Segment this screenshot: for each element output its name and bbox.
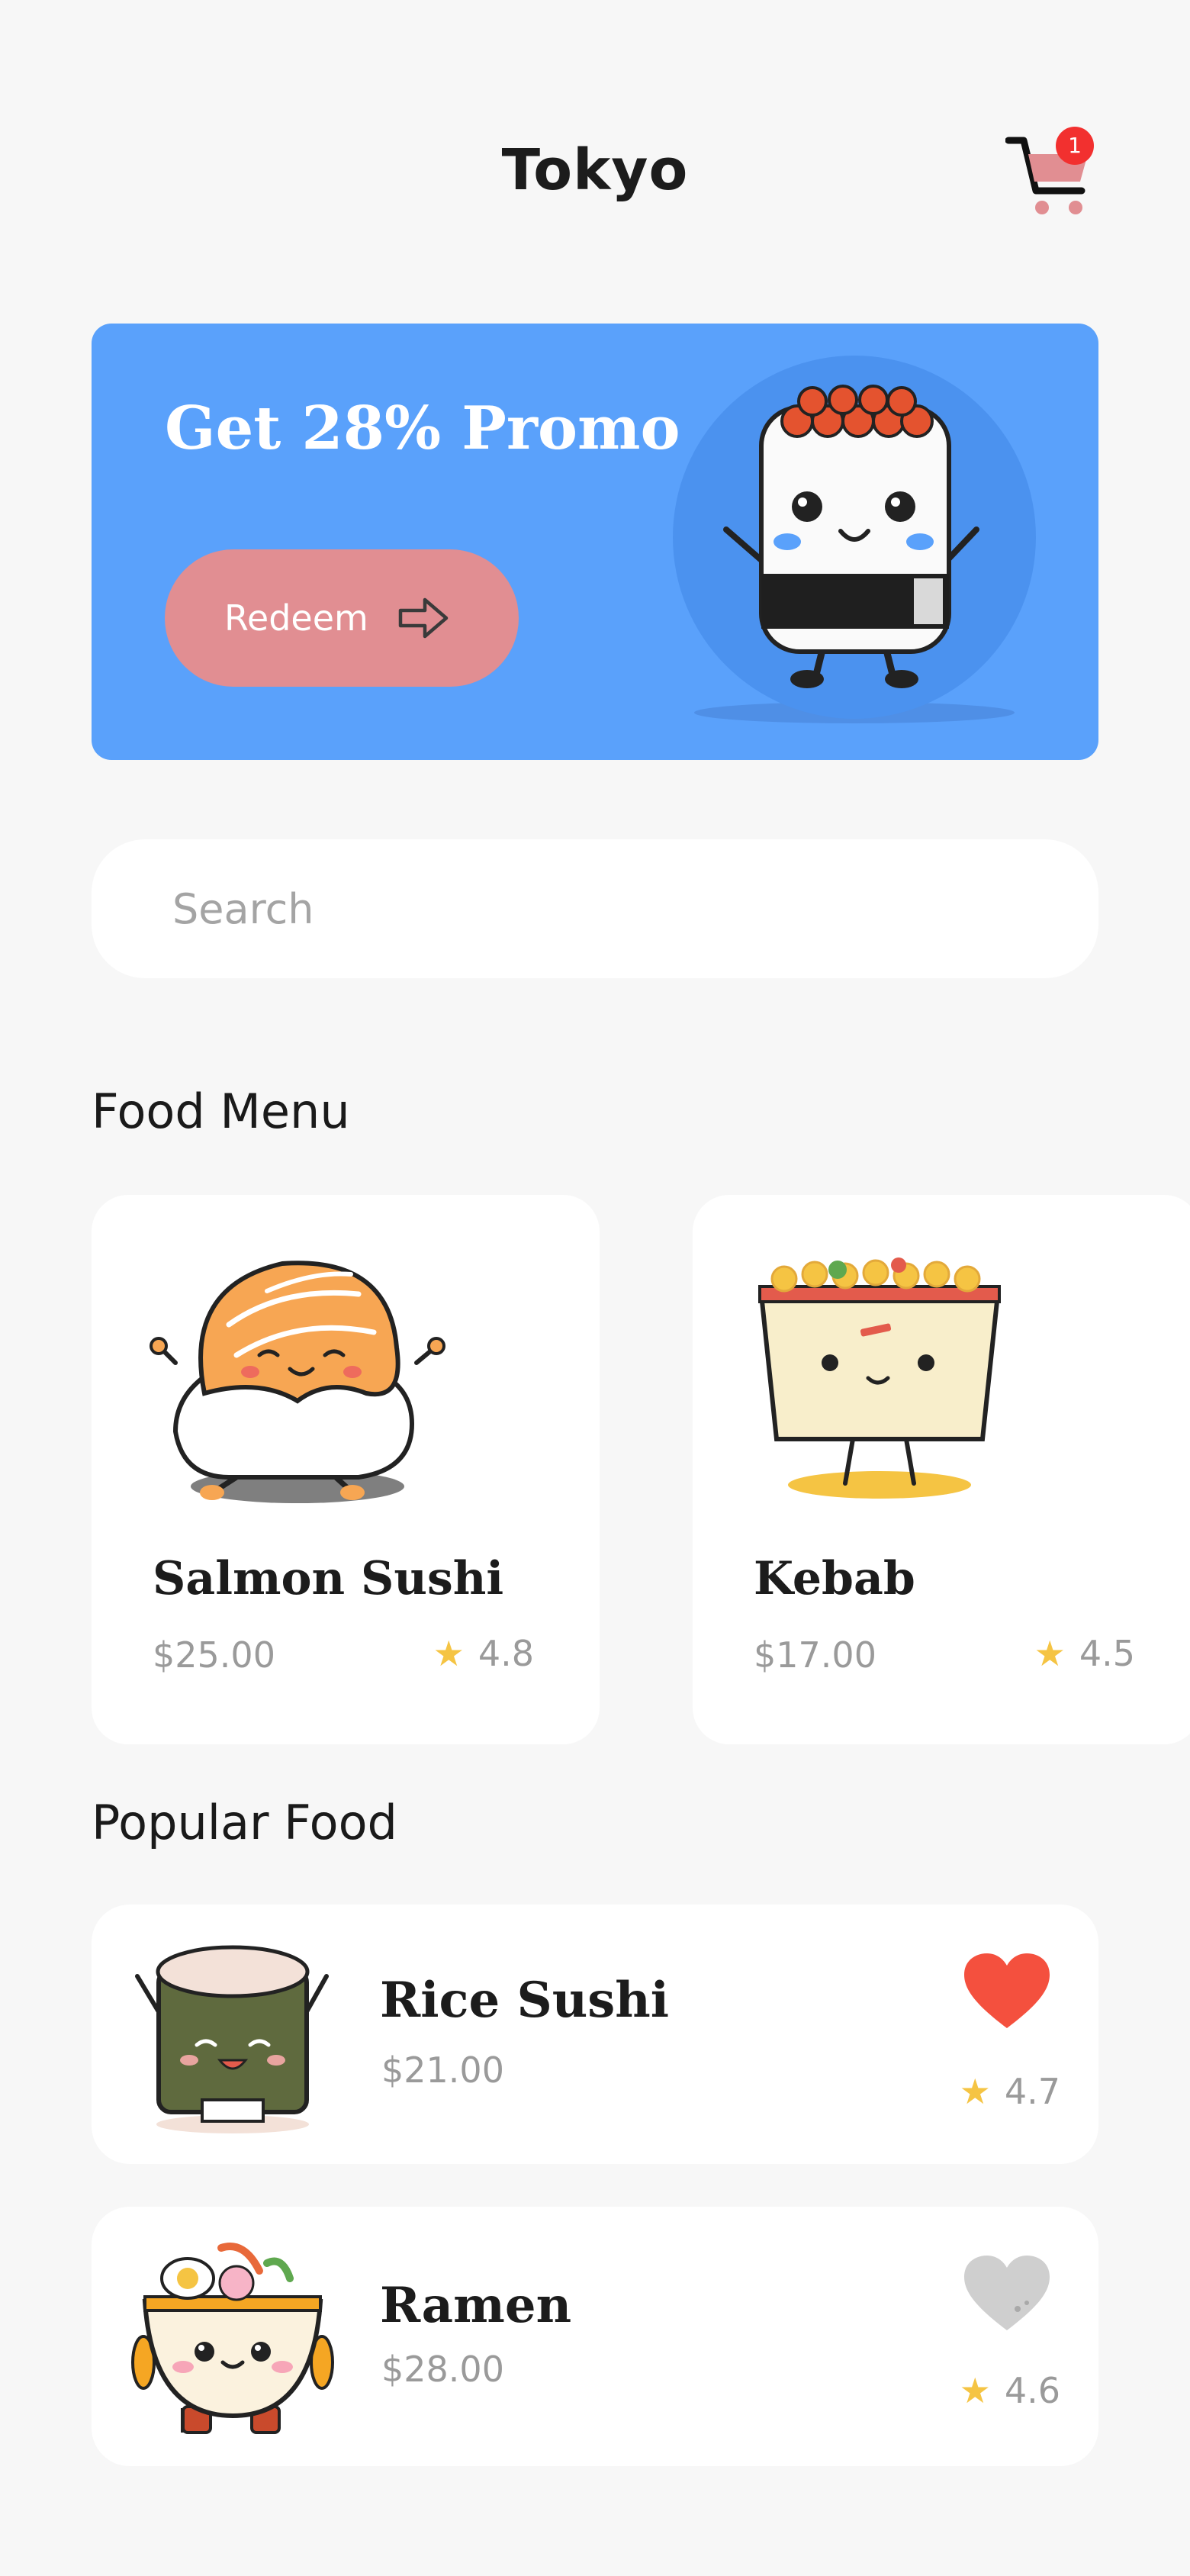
star-icon: ★ — [959, 2370, 991, 2411]
menu-item-price: $25.00 — [153, 1634, 275, 1676]
promo-title: Get 28% Promo — [165, 394, 680, 463]
menu-item-price: $17.00 — [754, 1634, 876, 1676]
salmon-sushi-illustration — [150, 1261, 445, 1503]
heart-icon-favorited[interactable] — [961, 1950, 1053, 2034]
popular-food-price: $28.00 — [381, 2349, 504, 2390]
promo-banner: Get 28% Promo Redeem — [92, 324, 1098, 760]
onigiri-mascot-illustration — [673, 356, 1036, 723]
cart-button[interactable]: 1 — [1005, 124, 1097, 223]
star-icon: ★ — [1034, 1633, 1066, 1674]
redeem-button-label: Redeem — [224, 597, 368, 639]
star-icon: ★ — [959, 2071, 991, 2112]
popular-food-name: Rice Sushi — [380, 1972, 670, 2029]
rating-value: 4.5 — [1079, 1633, 1135, 1674]
arrow-right-icon — [398, 597, 449, 639]
popular-food-card[interactable]: Ramen $28.00 ★ 4.6 — [92, 2207, 1098, 2466]
kebab-illustration — [758, 1257, 1001, 1499]
menu-item-name: Kebab — [754, 1552, 915, 1605]
rice-sushi-illustration — [135, 1945, 329, 2133]
rating-value: 4.7 — [1004, 2071, 1060, 2112]
menu-card[interactable]: Kebab $17.00 ★ 4.5 — [693, 1195, 1190, 1744]
rating: ★ 4.6 — [960, 2370, 1060, 2411]
rating: ★ 4.7 — [960, 2071, 1060, 2112]
rating: ★ 4.8 — [433, 1633, 534, 1674]
rating: ★ 4.5 — [1034, 1633, 1135, 1674]
menu-card[interactable]: Salmon Sushi $25.00 ★ 4.8 — [92, 1195, 600, 1744]
popular-food-card[interactable]: Rice Sushi $21.00 ★ 4.7 — [92, 1905, 1098, 2164]
star-icon: ★ — [433, 1633, 465, 1674]
popular-food-name: Ramen — [380, 2277, 572, 2334]
search-input[interactable] — [171, 839, 1048, 978]
search-bar — [92, 839, 1098, 978]
redeem-button[interactable]: Redeem — [165, 549, 519, 687]
app-screen: Tokyo 1 Get 28% Promo Redeem Search Food… — [0, 0, 1190, 2576]
rating-value: 4.6 — [1004, 2370, 1060, 2411]
ramen-illustration — [131, 2243, 334, 2434]
popular-food-heading: Popular Food — [92, 1795, 397, 1850]
food-menu-heading: Food Menu — [92, 1084, 350, 1139]
rating-value: 4.8 — [478, 1633, 534, 1674]
cart-count-badge: 1 — [1056, 127, 1094, 165]
heart-icon[interactable] — [961, 2252, 1053, 2336]
menu-item-name: Salmon Sushi — [153, 1552, 504, 1605]
popular-food-price: $21.00 — [381, 2050, 504, 2091]
